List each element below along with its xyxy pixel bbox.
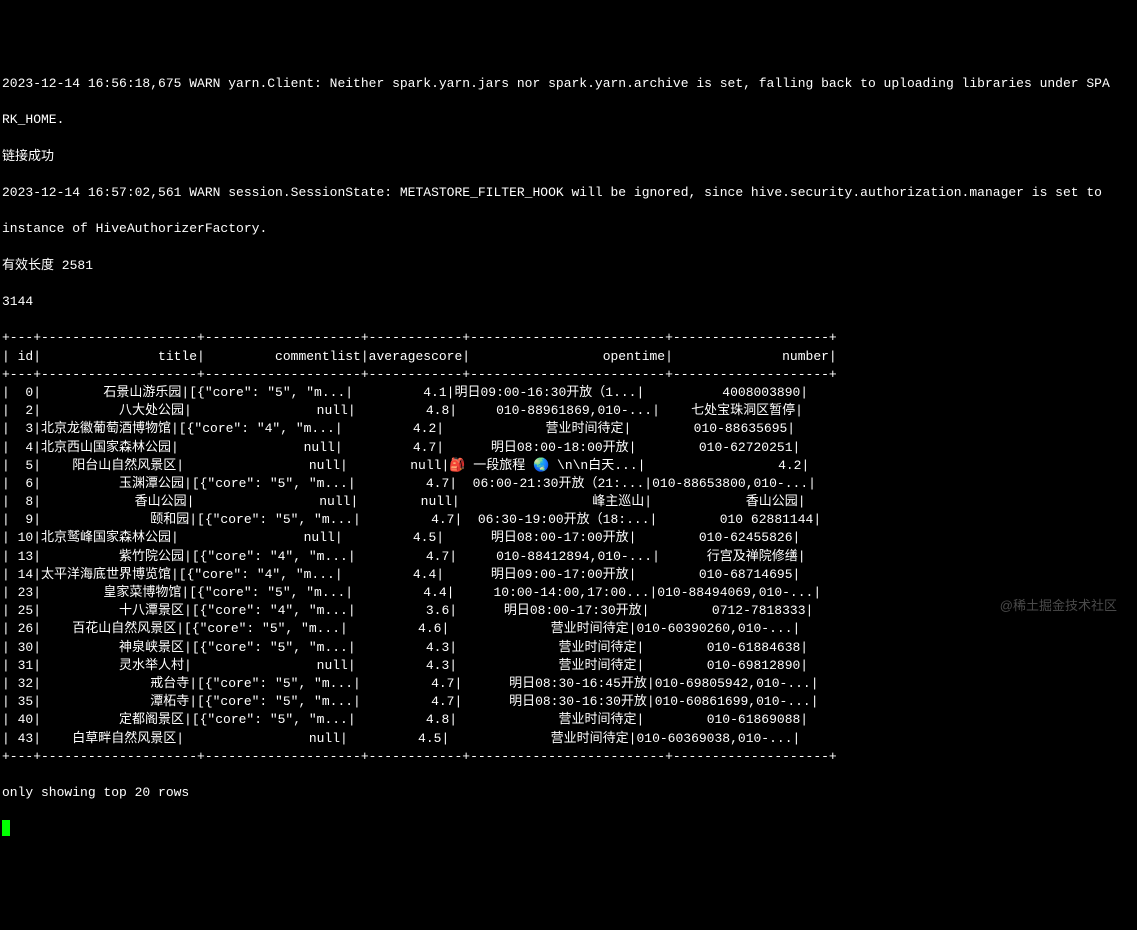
data-table: +---+--------------------+--------------… bbox=[2, 329, 1135, 766]
footer-text: only showing top 20 rows bbox=[2, 784, 1135, 802]
log-line-1: 2023-12-14 16:56:18,675 WARN yarn.Client… bbox=[2, 75, 1135, 93]
log-line-4: 2023-12-14 16:57:02,561 WARN session.Ses… bbox=[2, 184, 1135, 202]
log-line-2: RK_HOME. bbox=[2, 111, 1135, 129]
log-line-3: 链接成功 bbox=[2, 148, 1135, 166]
log-line-6: 有效长度 2581 bbox=[2, 257, 1135, 275]
watermark: @稀土掘金技术社区 bbox=[1000, 597, 1117, 615]
log-line-5: instance of HiveAuthorizerFactory. bbox=[2, 220, 1135, 238]
log-line-7: 3144 bbox=[2, 293, 1135, 311]
terminal-cursor bbox=[2, 820, 10, 836]
